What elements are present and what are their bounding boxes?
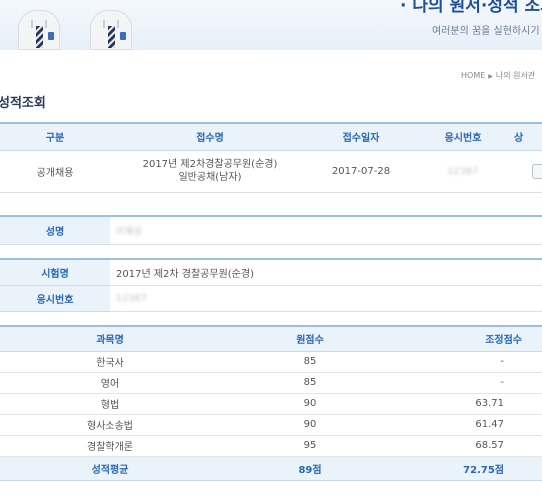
application-date: 2017-07-28 <box>310 150 412 193</box>
col-status: 상 <box>514 123 542 151</box>
page-title: 성적조회 <box>0 96 46 111</box>
exam-label: 시험명 <box>0 259 110 286</box>
exam-name-line1: 2017년 제2차경찰공무원(순경) <box>142 159 278 170</box>
col-raw-score: 원점수 <box>220 326 400 352</box>
adjusted-score: 63.71 <box>400 393 542 415</box>
col-adjusted-score: 조정점수 <box>400 326 542 352</box>
score-table: 과목명 원점수 조정점수 한국사 85 - 영어 85 - 형법 90 63.7… <box>0 325 542 481</box>
name-table: 성명 이재성 <box>0 215 542 245</box>
col-exam-name: 접수명 <box>110 123 310 151</box>
average-label: 성적평균 <box>0 456 220 481</box>
col-category: 구분 <box>0 123 110 151</box>
breadcrumb-current[interactable]: 나의 원서관 <box>496 71 535 80</box>
average-adjusted: 72.75점 <box>400 456 542 481</box>
exam-number-value: 12387 <box>116 293 148 304</box>
application-action-cell <box>514 150 542 193</box>
view-button[interactable] <box>532 163 542 179</box>
banner-subtitle: 여러분의 꿈을 실현하시기 <box>432 26 540 37</box>
application-category: 공개채용 <box>0 150 110 193</box>
col-date: 접수일자 <box>310 123 412 151</box>
name-value: 이재성 <box>116 226 143 237</box>
breadcrumb: HOME ▶ 나의 원서관 <box>461 70 535 81</box>
application-number-cell: 12387 <box>412 150 514 193</box>
exam-info-table: 시험명 2017년 제2차 경찰공무원(순경) 응시번호 12387 <box>0 258 542 312</box>
average-raw: 89점 <box>220 456 400 481</box>
exam-number-row: 응시번호 12387 <box>0 285 542 312</box>
exam-value: 2017년 제2차 경찰공무원(순경) <box>110 259 542 286</box>
col-number: 응시번호 <box>412 123 514 151</box>
application-table: 구분 접수명 접수일자 응시번호 상 공개채용 2017년 제2차경찰공무원(순… <box>0 122 542 193</box>
exam-number-label: 응시번호 <box>0 285 110 312</box>
subject-name: 경찰학개론 <box>0 435 220 457</box>
table-row: 형법 90 63.71 <box>0 393 542 415</box>
exam-name-line2: 일반공채(남자) <box>178 172 242 183</box>
name-row: 성명 이재성 <box>0 216 542 245</box>
raw-score: 90 <box>220 414 400 436</box>
application-row: 공개채용 2017년 제2차경찰공무원(순경) 일반공채(남자) 2017-07… <box>0 150 542 193</box>
application-header-row: 구분 접수명 접수일자 응시번호 상 <box>0 123 542 151</box>
raw-score: 90 <box>220 393 400 415</box>
subject-name: 영어 <box>0 372 220 394</box>
breadcrumb-home-link[interactable]: HOME <box>461 71 485 80</box>
raw-score: 85 <box>220 372 400 394</box>
top-banner: · 나의 원서·성적 조회 여러분의 꿈을 실현하시기 <box>0 0 542 50</box>
banner-title: · 나의 원서·성적 조회 <box>400 0 542 16</box>
police-officer-image <box>18 0 60 50</box>
col-subject: 과목명 <box>0 326 220 352</box>
exam-row: 시험명 2017년 제2차 경찰공무원(순경) <box>0 259 542 286</box>
application-number: 12387 <box>447 166 479 177</box>
subject-name: 형사소송법 <box>0 414 220 436</box>
adjusted-score: 68.57 <box>400 435 542 457</box>
raw-score: 85 <box>220 351 400 373</box>
adjusted-score: - <box>400 351 542 373</box>
subject-name: 한국사 <box>0 351 220 373</box>
score-header-row: 과목명 원점수 조정점수 <box>0 326 542 352</box>
raw-score: 95 <box>220 435 400 457</box>
police-officer-image <box>90 0 132 50</box>
adjusted-score: - <box>400 372 542 394</box>
table-row: 경찰학개론 95 68.57 <box>0 435 542 457</box>
exam-number-cell: 12387 <box>110 285 542 312</box>
adjusted-score: 61.47 <box>400 414 542 436</box>
breadcrumb-arrow-icon: ▶ <box>488 73 493 80</box>
table-row: 형사소송법 90 61.47 <box>0 414 542 436</box>
name-value-cell: 이재성 <box>110 216 542 245</box>
subject-name: 형법 <box>0 393 220 415</box>
name-label: 성명 <box>0 216 110 245</box>
application-exam-name: 2017년 제2차경찰공무원(순경) 일반공채(남자) <box>110 150 310 193</box>
average-row: 성적평균 89점 72.75점 <box>0 456 542 481</box>
table-row: 한국사 85 - <box>0 351 542 373</box>
table-row: 영어 85 - <box>0 372 542 394</box>
